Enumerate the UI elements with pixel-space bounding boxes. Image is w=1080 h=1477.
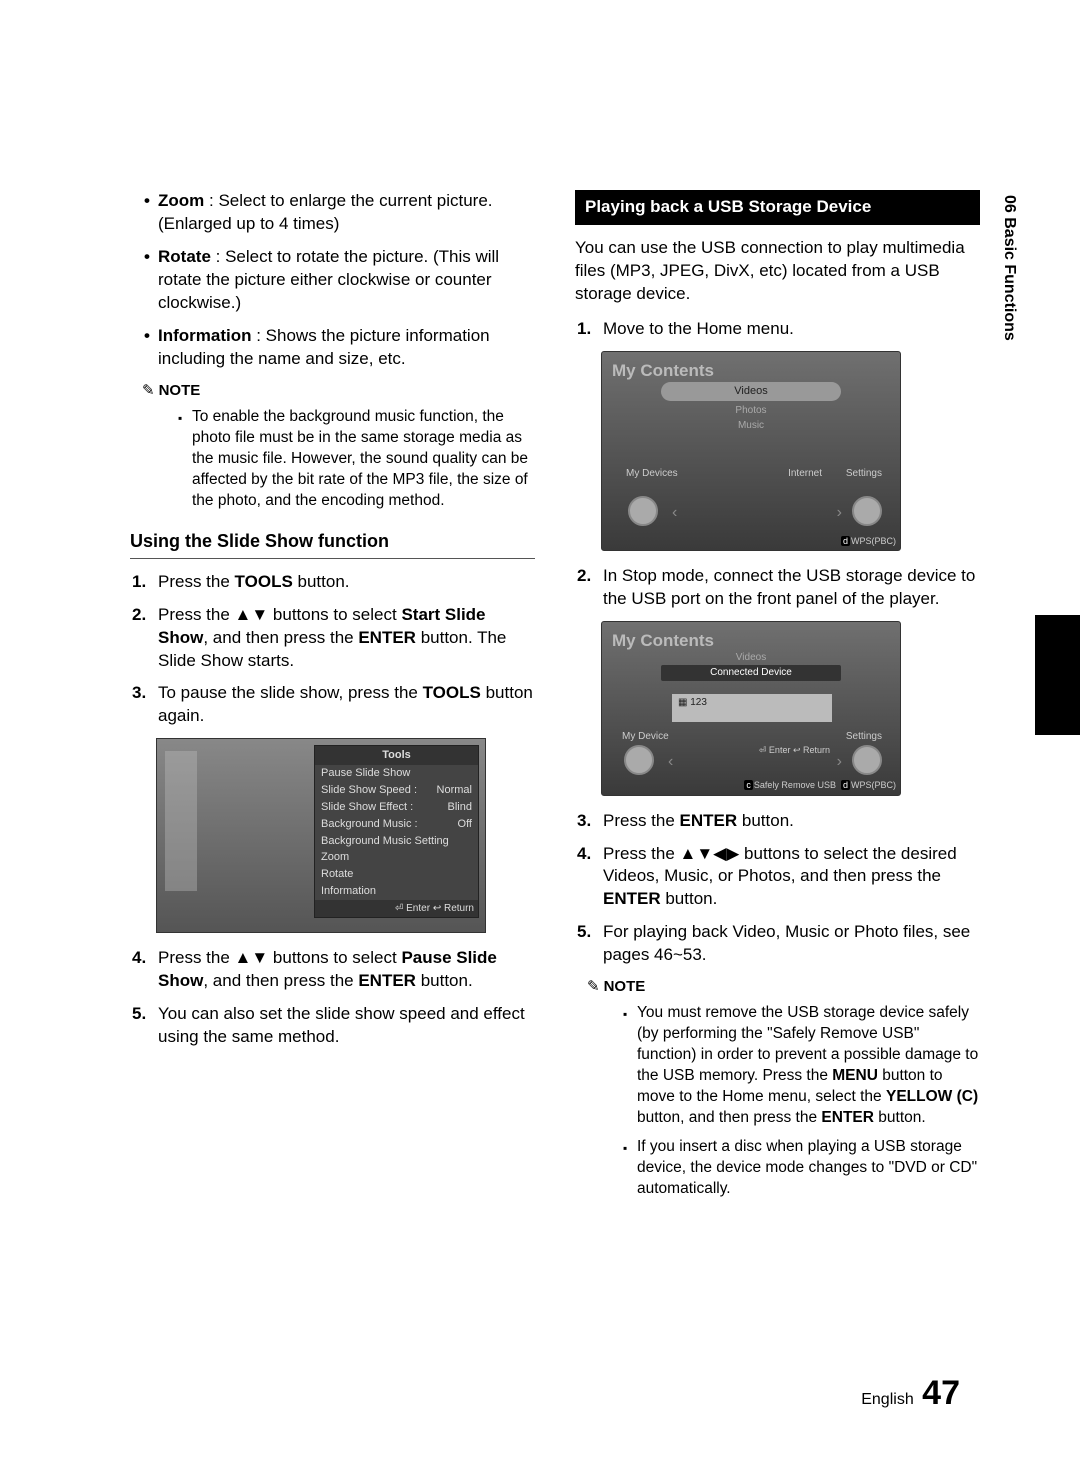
tools-panel-footer: ⏎ Enter ↩ Return	[315, 900, 478, 918]
feature-bullets: Zoom : Select to enlarge the current pic…	[144, 190, 535, 371]
note-heading: ✎NOTE	[142, 381, 535, 401]
note-icon: ✎	[142, 382, 155, 399]
label-settings: Settings	[846, 467, 882, 481]
note-list-right: You must remove the USB storage device s…	[623, 1003, 980, 1199]
page-footer: English 47	[861, 1371, 960, 1417]
tools-panel-title: Tools	[315, 746, 478, 765]
r-step-2: 2.In Stop mode, connect the USB storage …	[577, 565, 980, 611]
r-step-1: 1.Move to the Home menu.	[577, 318, 980, 341]
note-list: To enable the background music function,…	[178, 407, 535, 512]
label-settings: Settings	[846, 730, 882, 744]
ribbon-videos: Videos	[661, 382, 841, 401]
r-step-3: 3. Press the ENTER button.	[577, 810, 980, 833]
tools-panel: Tools Pause Slide Show Slide Show Speed …	[314, 745, 479, 918]
bullet-rotate: Rotate : Select to rotate the picture. (…	[144, 246, 535, 315]
nav-right-icon: ›	[837, 502, 842, 524]
footer-bar: dWPS(PBC)	[841, 535, 896, 547]
settings-gear-icon	[852, 745, 882, 775]
ribbon-connected-device: Connected Device	[661, 665, 841, 681]
tools-screenshot: Tools Pause Slide Show Slide Show Speed …	[156, 738, 486, 933]
r-step-4: 4. Press the ▲▼◀▶ buttons to select the …	[577, 843, 980, 912]
label-internet: Internet	[788, 467, 822, 481]
settings-gear-icon	[852, 496, 882, 526]
step-2: 2. Press the ▲▼ buttons to select Start …	[132, 604, 535, 673]
slideshow-steps: 1. Press the TOOLS button. 2. Press the …	[132, 571, 535, 729]
step-1: 1. Press the TOOLS button.	[132, 571, 535, 594]
note-icon: ✎	[587, 978, 600, 995]
label-my-device: My Device	[622, 730, 669, 744]
label-enter-return: ⏎ Enter ↩ Return	[759, 744, 830, 756]
subheading-slideshow: Using the Slide Show function	[130, 529, 535, 558]
label-my-devices: My Devices	[626, 467, 678, 481]
my-contents-screenshot-2: My Contents Videos Connected Device ▦ 12…	[601, 621, 901, 796]
page-number: 47	[922, 1374, 960, 1412]
bullet-information: Information : Shows the picture informat…	[144, 325, 535, 371]
note-item: You must remove the USB storage device s…	[623, 1003, 980, 1129]
nav-right-icon: ›	[837, 751, 842, 773]
edge-tab	[1035, 615, 1080, 735]
note-item: If you insert a disc when playing a USB …	[623, 1137, 980, 1200]
slideshow-steps-contd: 4. Press the ▲▼ buttons to select Pause …	[132, 947, 535, 1049]
r-step-5: 5. For playing back Video, Music or Phot…	[577, 921, 980, 967]
step-4: 4. Press the ▲▼ buttons to select Pause …	[132, 947, 535, 993]
right-column: Playing back a USB Storage Device You ca…	[575, 190, 980, 1208]
step-3: 3. To pause the slide show, press the TO…	[132, 682, 535, 728]
nav-left-icon: ‹	[668, 751, 673, 773]
ribbon-music: Music	[661, 418, 841, 434]
ribbon-videos: Videos	[661, 650, 841, 666]
note-heading: ✎NOTE	[587, 977, 980, 997]
my-contents-screenshot-1: My Contents Videos Photos Music My Devic…	[601, 351, 901, 551]
note-item: To enable the background music function,…	[178, 407, 535, 512]
intro-text: You can use the USB connection to play m…	[575, 237, 980, 306]
device-disc-icon	[624, 745, 654, 775]
step-5: 5. You can also set the slide show speed…	[132, 1003, 535, 1049]
side-tab: 06 Basic Functions	[998, 195, 1020, 341]
device-disc-icon	[628, 496, 658, 526]
bullet-zoom: Zoom : Select to enlarge the current pic…	[144, 190, 535, 236]
footer-bar: cSafely Remove USB dWPS(PBC)	[744, 779, 896, 791]
ribbon-photos: Photos	[661, 403, 841, 419]
nav-left-icon: ‹	[672, 502, 677, 524]
shot-title: My Contents	[612, 360, 714, 383]
section-banner: Playing back a USB Storage Device	[575, 190, 980, 225]
device-box: ▦ 123	[672, 694, 832, 722]
left-column: Zoom : Select to enlarge the current pic…	[130, 190, 535, 1208]
